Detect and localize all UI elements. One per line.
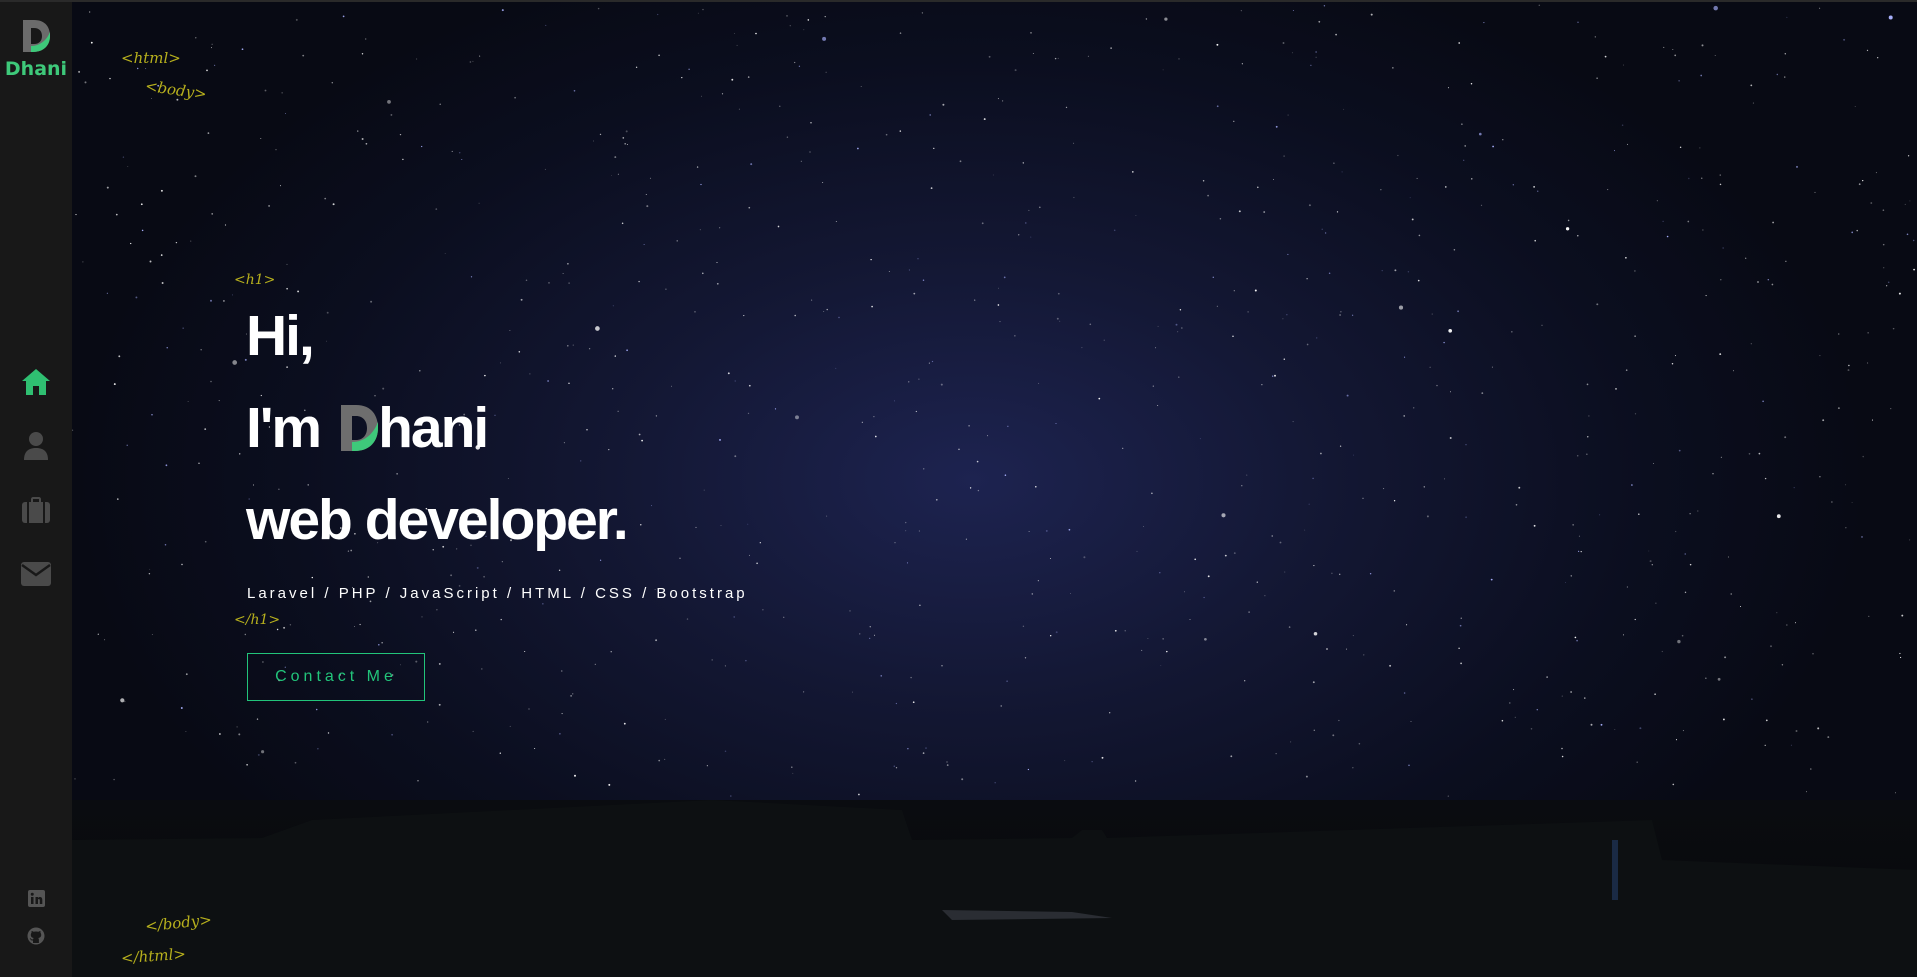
user-icon	[24, 432, 48, 460]
contact-me-button[interactable]: Contact Me	[247, 653, 425, 701]
brand-d-icon	[338, 388, 380, 480]
hero-line-role: web developer.	[246, 488, 629, 552]
logo-text: Dhani	[4, 58, 68, 80]
github-link[interactable]	[0, 917, 72, 954]
nav-item-about[interactable]	[0, 414, 72, 478]
tag-html-open: <html>	[121, 49, 181, 67]
linkedin-icon	[27, 890, 45, 907]
nav-item-work[interactable]	[0, 478, 72, 542]
sidebar-nav	[0, 350, 72, 606]
page: Dhani <html> <body> <h1> </h1> </body> <…	[0, 0, 1917, 977]
horizon-silhouette	[72, 800, 1917, 977]
building-silhouette	[72, 800, 1917, 977]
linkedin-link[interactable]	[0, 880, 72, 917]
logo[interactable]: Dhani	[0, 18, 72, 80]
skills-list: Laravel / PHP / JavaScript / HTML / CSS …	[247, 585, 748, 602]
nav-item-contact[interactable]	[0, 542, 72, 606]
envelope-icon	[21, 562, 51, 586]
social-links	[0, 880, 72, 954]
tag-h1-open: <h1>	[234, 272, 276, 288]
hero-line-name: I'm hani	[246, 382, 627, 474]
home-icon	[22, 369, 50, 395]
github-icon	[27, 927, 45, 944]
logo-d-icon	[23, 20, 50, 52]
sidebar: Dhani	[0, 0, 72, 977]
hero-line-greeting: Hi,	[246, 304, 315, 368]
top-border	[0, 0, 1917, 2]
hero-im-text: I'm	[246, 396, 322, 460]
nav-item-home[interactable]	[0, 350, 72, 414]
hero-name-rest: hani	[378, 396, 489, 460]
hero-heading: Hi, I'm hani web developer.	[246, 290, 629, 566]
tag-h1-close: </h1>	[234, 612, 281, 628]
briefcase-icon	[22, 497, 50, 523]
